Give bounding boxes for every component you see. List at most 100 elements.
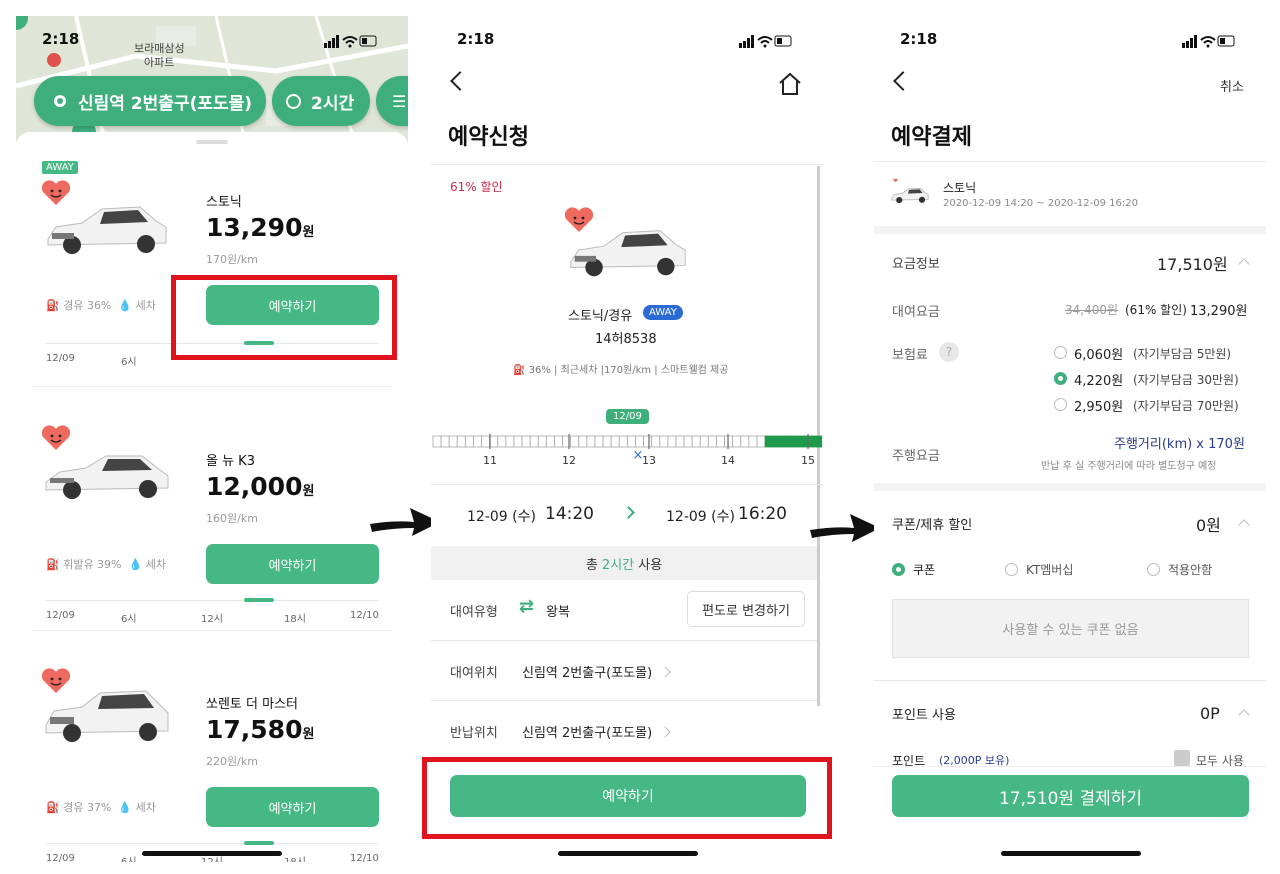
time-slot[interactable]	[586, 435, 596, 448]
time-slot[interactable]	[740, 435, 750, 448]
time-slot[interactable]	[659, 435, 669, 448]
screen-car-list: 보라매삼성 아파트 2:18 신림역 2번출구(포도몰) 2시간 ☰ AWAY …	[16, 16, 408, 862]
none-tab-radio[interactable]	[1147, 563, 1160, 576]
select-all-checkbox[interactable]	[1174, 750, 1190, 766]
car-plate: 14허8538	[595, 332, 657, 347]
pay-button[interactable]: 17,510원 결제하기	[892, 775, 1249, 817]
time-slot[interactable]	[448, 435, 458, 448]
chevron-up-icon[interactable]	[1238, 519, 1250, 531]
sheet-handle[interactable]	[196, 140, 228, 144]
pickup-label: 대여위치	[450, 666, 498, 681]
time-slot[interactable]	[772, 435, 782, 448]
time-slot[interactable]	[546, 435, 555, 448]
time-slot[interactable]	[716, 435, 725, 448]
time-slot[interactable]	[675, 435, 685, 448]
return-value[interactable]: 신림역 2번출구(포도몰)	[522, 722, 652, 741]
coupon-value: 0원	[1196, 516, 1221, 535]
coupon-tab-none[interactable]: 적용안함	[1168, 561, 1212, 578]
help-icon[interactable]: ?	[939, 342, 959, 362]
car-image	[45, 690, 169, 742]
time-slot[interactable]	[683, 435, 693, 448]
back-icon[interactable]	[450, 71, 470, 91]
price-value: 13,290	[206, 213, 303, 242]
tick-label: 6시	[121, 614, 137, 625]
time-slot[interactable]	[505, 435, 515, 448]
home-indicator[interactable]	[558, 851, 698, 856]
time-slot[interactable]	[732, 435, 742, 448]
home-icon[interactable]	[777, 72, 803, 96]
time-slot[interactable]	[667, 435, 677, 448]
time-slot[interactable]	[602, 435, 612, 448]
time-slot[interactable]	[432, 435, 442, 448]
time-slot[interactable]	[497, 435, 507, 448]
time-slot[interactable]	[805, 435, 815, 448]
time-slot[interactable]	[513, 435, 523, 448]
time-slot[interactable]	[537, 435, 547, 448]
time-slot[interactable]	[764, 435, 774, 448]
time-slot[interactable]	[456, 435, 466, 448]
cancel-button[interactable]: 취소	[1220, 76, 1244, 95]
divider	[431, 164, 823, 165]
return-label: 반납위치	[450, 726, 498, 741]
time-slot[interactable]	[465, 435, 474, 448]
time-slot[interactable]	[570, 435, 580, 448]
location-pill[interactable]: 신림역 2번출구(포도몰)	[34, 76, 266, 126]
home-indicator[interactable]	[1001, 851, 1141, 856]
insurance-radio-1[interactable]	[1054, 346, 1067, 359]
section-gap	[874, 483, 1266, 491]
time-slot[interactable]	[699, 435, 709, 448]
time-slot[interactable]	[489, 435, 499, 448]
chevron-up-icon[interactable]	[1238, 709, 1250, 721]
time-slot[interactable]	[788, 435, 798, 448]
back-icon[interactable]	[893, 71, 913, 91]
status-bar: 2:18	[16, 30, 408, 52]
time-slot[interactable]	[643, 435, 653, 448]
end-date[interactable]: 12-09 (수)	[666, 506, 735, 526]
time-slot[interactable]	[813, 435, 823, 448]
time-slot[interactable]	[748, 435, 758, 448]
time-slot[interactable]	[635, 435, 644, 448]
end-time[interactable]: 16:20	[738, 504, 787, 524]
reserve-button[interactable]: 예약하기	[206, 787, 379, 827]
section-gap	[874, 226, 1266, 234]
insurance-desc-3: (자기부담금 70만원)	[1133, 399, 1239, 413]
status-time: 2:18	[900, 30, 938, 48]
membership-tab-radio[interactable]	[1005, 563, 1018, 576]
status-icons	[324, 35, 377, 48]
time-slot[interactable]	[691, 435, 701, 448]
coupon-tab-coupon[interactable]: 쿠폰	[913, 561, 935, 578]
time-slot[interactable]	[521, 435, 531, 448]
discount-label: 61% 할인	[450, 180, 503, 194]
change-oneway-button[interactable]: 편도로 변경하기	[687, 591, 805, 627]
time-slot[interactable]	[610, 435, 620, 448]
time-slot[interactable]	[651, 435, 661, 448]
duration-pill-label: 2시간	[311, 93, 355, 114]
start-date[interactable]: 12-09 (수)	[467, 506, 536, 526]
insurance-radio-2[interactable]	[1054, 372, 1067, 385]
time-slot[interactable]	[797, 435, 806, 448]
time-slot[interactable]	[626, 435, 636, 448]
time-slot[interactable]	[780, 435, 790, 448]
time-slot-timeline[interactable]: 11 12 13 14 15 ×	[431, 432, 823, 472]
time-slot[interactable]	[618, 435, 628, 448]
time-slot[interactable]	[481, 435, 490, 448]
time-slot[interactable]	[594, 435, 604, 448]
time-slot[interactable]	[529, 435, 539, 448]
time-slot[interactable]	[473, 435, 482, 448]
insurance-radio-3[interactable]	[1054, 398, 1067, 411]
coupon-tab-radio[interactable]	[892, 563, 905, 576]
duration-pill[interactable]: 2시간	[272, 76, 370, 126]
tick-label: 18시	[284, 614, 306, 625]
chevron-up-icon[interactable]	[1238, 258, 1250, 270]
time-slot[interactable]	[554, 435, 563, 448]
time-slot[interactable]	[707, 435, 717, 448]
time-slot[interactable]	[756, 435, 766, 448]
coupon-tab-kt[interactable]: KT멤버십	[1026, 561, 1073, 578]
fuel-level: 경유 36%	[63, 299, 112, 312]
start-time[interactable]: 14:20	[545, 504, 594, 524]
time-slot[interactable]	[440, 435, 450, 448]
home-indicator[interactable]	[142, 851, 282, 856]
pickup-value[interactable]: 신림역 2번출구(포도몰)	[522, 662, 652, 681]
reserve-button[interactable]: 예약하기	[206, 544, 379, 584]
time-slot[interactable]	[578, 435, 588, 448]
